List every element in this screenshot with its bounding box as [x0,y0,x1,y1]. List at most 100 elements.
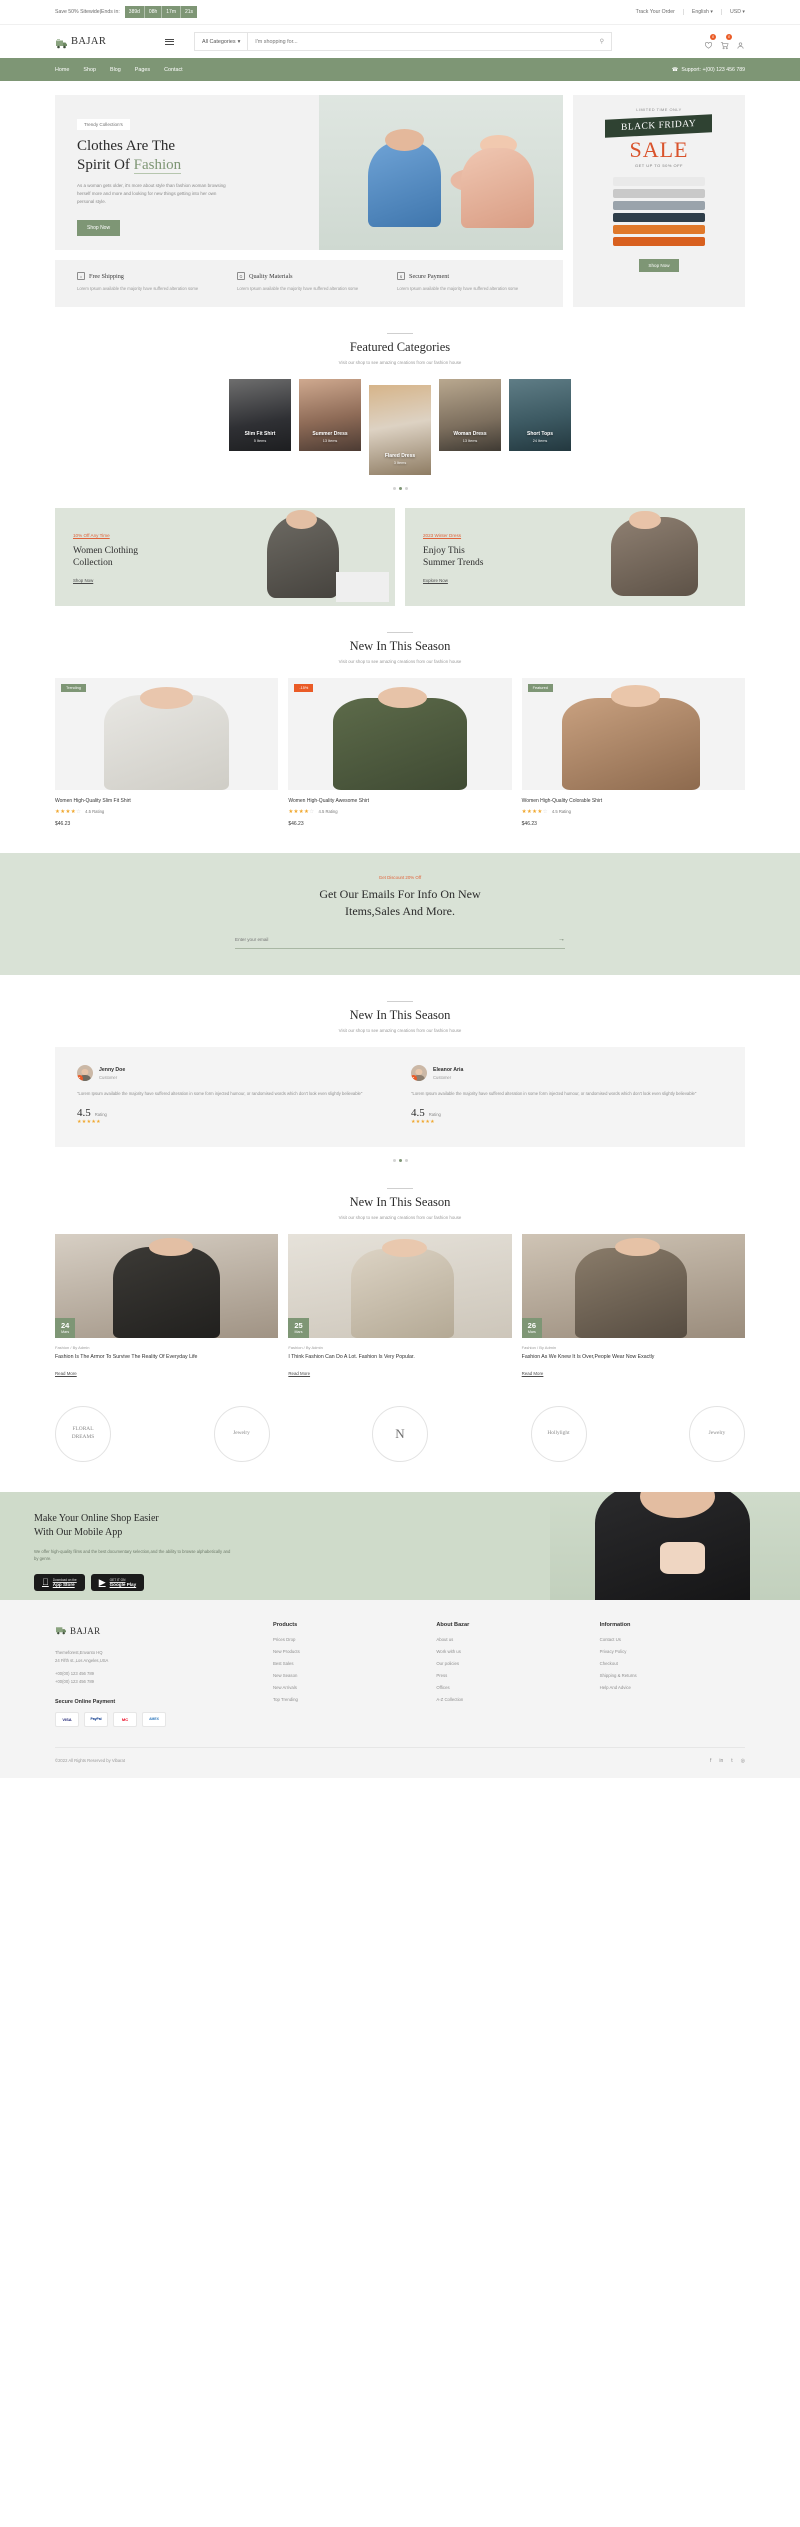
blog-grid: 24 Mars Fashion / By Admin Fashion Is Th… [55,1234,745,1380]
carousel-dot[interactable] [392,1159,396,1163]
product-card[interactable]: Trending Women High-Quality Slim Fit Shi… [55,677,279,827]
footer-link[interactable]: New Arrivals [273,1685,418,1690]
testimonial-score: 4.5 [411,1107,425,1120]
promo-tag[interactable]: 10% Off Any Time [73,533,110,538]
product-card[interactable]: Featured Women High-Quality Colorable Sh… [521,677,745,827]
language-selector[interactable]: English ▾ [684,9,722,15]
brand-line2: DREAMS [71,1433,95,1440]
footer-link[interactable]: Shipping & Returns [600,1673,745,1678]
blog-read-more-link[interactable]: Read More [55,1371,77,1376]
site-logo[interactable]: BAJAR [55,36,141,49]
carousel-dots[interactable] [55,486,745,490]
testimonial-name: Eleanor Aria [433,1066,464,1073]
linkedin-icon[interactable]: in [719,1758,723,1764]
brand-logo[interactable]: Jewelry [213,1405,270,1462]
divider [387,631,413,633]
footer-link[interactable]: Best Sales [273,1661,418,1666]
category-card[interactable]: Slim Fit Shirt 5 Items [229,378,291,451]
carousel-dot[interactable] [404,1159,408,1163]
footer-link[interactable]: Privacy Policy [600,1649,745,1654]
category-card[interactable]: Woman Dress 13 Items [439,378,501,451]
promo-link[interactable]: Explore Now [423,578,448,583]
testimonial-text: "Lorem Ipsum available the majority have… [77,1091,363,1097]
submit-arrow-icon[interactable]: → [558,936,565,943]
black-friday-banner[interactable]: LIMITED TIME ONLY BLACK FRIDAY SALE GET … [573,95,745,307]
brand-logo[interactable]: Jewelry [689,1405,745,1462]
promo-tag[interactable]: 2023 Winter Dress [423,533,461,538]
carousel-dot[interactable] [392,486,396,490]
product-name: Women High-Quality Awesome Shirt [288,797,370,804]
menu-toggle-button[interactable] [165,38,174,45]
testimonial-score: 4.5 [77,1107,91,1120]
footer-link[interactable]: Press [436,1673,581,1678]
facebook-icon[interactable]: f [710,1758,711,1764]
divider [387,1188,413,1190]
footer-link[interactable]: A-Z Collection [436,1697,581,1702]
divider [387,1001,413,1003]
blog-title: Fashion Is The Armor To Survive The Real… [55,1354,198,1361]
brand-logo[interactable]: FLORAL DREAMS [55,1405,111,1462]
category-card[interactable]: Summer Dress 13 Items [299,378,361,451]
blog-card[interactable]: 24 Mars Fashion / By Admin Fashion Is Th… [55,1234,279,1380]
footer-column-title: Products [273,1621,298,1628]
blog-title: Fashion As We Knew It Is Over,People Wea… [521,1354,655,1361]
hero-shop-now-button[interactable]: Shop Now [77,220,121,236]
blog-card[interactable]: 26 Mars Fashion / By Admin Fashion As We… [521,1234,745,1380]
track-order-link[interactable]: Track Your Order [628,9,684,15]
blog-read-more-link[interactable]: Read More [288,1371,310,1376]
app-store-button[interactable]:  Download on the App Store [34,1574,85,1592]
play-icon: ▶ [99,1578,106,1587]
rating-text: 4.5 Rating [318,809,338,815]
brand-logo[interactable]: Hollylight [530,1405,587,1462]
carousel-dot-active[interactable] [398,486,402,490]
promo-banner-women-clothing[interactable]: 10% Off Any Time Women Clothing Collecti… [55,507,395,606]
nav-item-contact[interactable]: Contact [164,67,183,73]
nav-item-pages[interactable]: Pages [135,67,150,73]
footer-column-information: Information Contact Us Privacy Policy Ch… [600,1622,745,1727]
nav-item-blog[interactable]: Blog [110,67,121,73]
carousel-dot[interactable] [404,486,408,490]
search-input[interactable] [248,38,600,45]
brand-line1: Jewelry [233,1430,250,1437]
footer-link[interactable]: Contact Us [600,1637,745,1642]
category-select[interactable]: All Categories ▾ [195,33,249,50]
product-image: Featured [521,677,745,790]
instagram-icon[interactable]: ◎ [741,1758,745,1764]
brand-logos: FLORAL DREAMS Jewelry N Hollylight Jewel… [55,1380,745,1484]
footer-link[interactable]: New Season [273,1673,418,1678]
footer-link[interactable]: Prices Drop [273,1637,418,1642]
footer-link[interactable]: Top Trending [273,1697,418,1702]
footer-link[interactable]: Checkout [600,1661,745,1666]
nav-item-shop[interactable]: Shop [83,67,96,73]
blog-card[interactable]: 25 Mars Fashion / By Admin I Think Fashi… [288,1234,512,1380]
promo-banner-summer-trends[interactable]: 2023 Winter Dress Enjoy This Summer Tren… [405,507,745,606]
promo-link[interactable]: Shop Now [73,578,93,583]
wishlist-icon[interactable]: 0 [704,34,716,49]
blog-read-more-link[interactable]: Read More [522,1371,544,1376]
category-count: 24 Items [532,438,548,443]
currency-selector[interactable]: USD ▾ [722,9,745,15]
search-icon[interactable]: ⚲ [600,38,611,45]
footer-link[interactable]: Offices [436,1685,581,1690]
category-card[interactable]: Flared Dress 3 Items [369,384,431,475]
newsletter-email-input[interactable] [235,937,558,943]
footer-link[interactable]: Work with us [436,1649,581,1654]
footer-link[interactable]: About us [436,1637,581,1642]
avatar: “ [411,1065,427,1082]
footer-link[interactable]: Help And Advice [600,1685,745,1690]
cart-icon[interactable]: 0 [720,34,732,50]
banner-black-friday-band: BLACK FRIDAY [605,114,713,138]
banner-shop-now-button[interactable]: Shop Now [639,259,679,272]
blog-image: 26 Mars [521,1234,745,1339]
twitter-icon[interactable]: t [731,1758,732,1764]
category-card[interactable]: Short Tops 24 Items [509,378,571,451]
footer-link[interactable]: Our policies [436,1661,581,1666]
footer-link[interactable]: New Products [273,1649,418,1654]
nav-item-home[interactable]: Home [55,67,69,73]
brand-logo[interactable]: N [372,1405,428,1462]
google-play-button[interactable]: ▶ GET IT ON Google Play [90,1574,145,1592]
footer-logo[interactable]: BAJAR [55,1622,255,1640]
product-card[interactable]: -15% Women High-Quality Awesome Shirt ★★… [288,677,512,827]
carousel-dot-active[interactable] [398,1159,402,1163]
account-icon[interactable] [736,37,745,49]
